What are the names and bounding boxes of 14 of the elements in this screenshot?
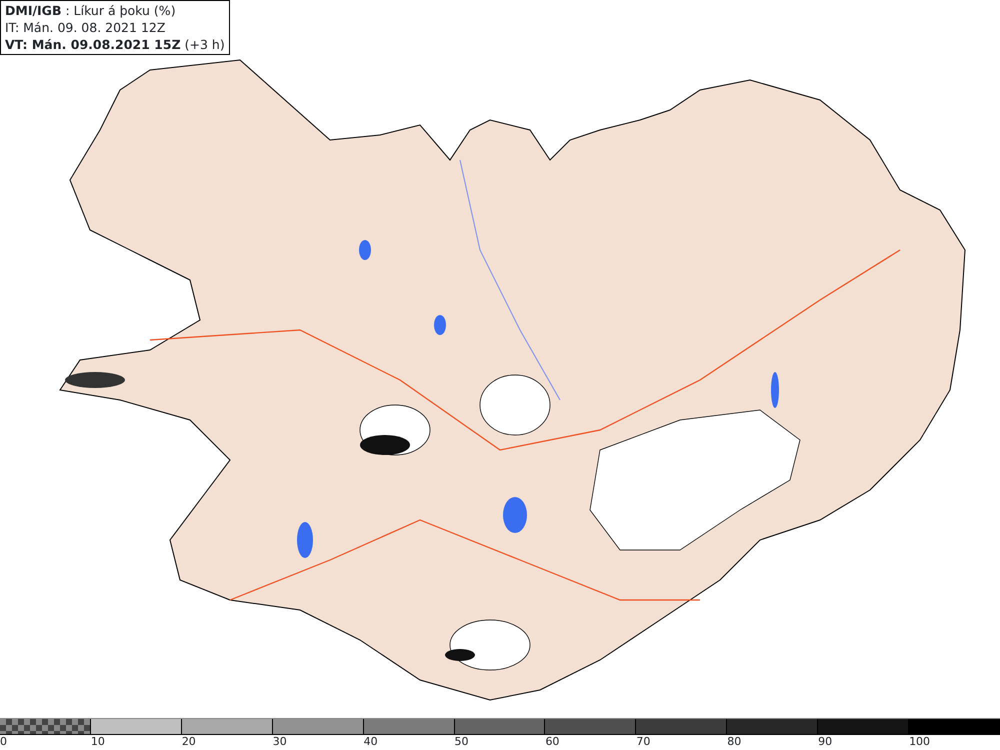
legend-label: 20 xyxy=(182,735,196,748)
legend-label: 50 xyxy=(454,735,469,748)
legend-label: 80 xyxy=(727,735,742,748)
legend-label: 30 xyxy=(272,735,287,748)
legend-label: 0 xyxy=(0,735,7,748)
legend-label: 10 xyxy=(90,735,105,748)
issue-time: IT: Mán. 09. 08. 2021 12Z xyxy=(5,19,166,36)
legend-label: 100 xyxy=(909,735,930,748)
legend-label: 60 xyxy=(545,735,560,748)
legend-label: 70 xyxy=(636,735,650,748)
valid-time: VT: Mán. 09.08.2021 15Z (+3 h) xyxy=(5,36,225,53)
legend-label: 40 xyxy=(364,735,378,748)
legend-label: 90 xyxy=(818,735,832,748)
map-title: DMI/IGB : Líkur á þoku (%) xyxy=(5,2,177,19)
